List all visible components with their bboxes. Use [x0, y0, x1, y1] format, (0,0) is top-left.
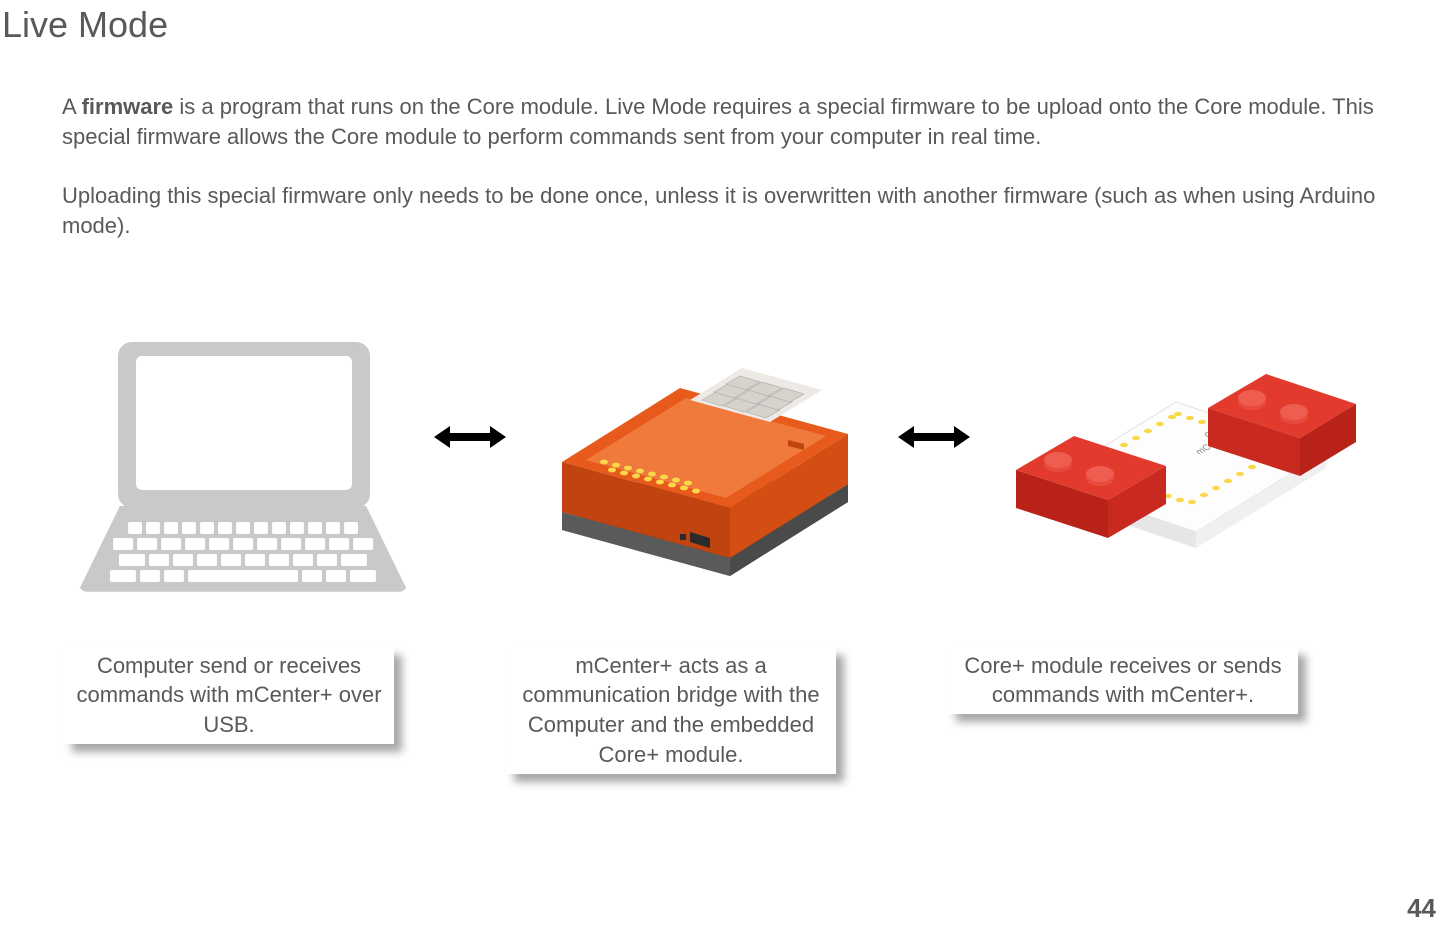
text-prefix: A: [62, 94, 82, 119]
mcenter-plus-module-icon: [532, 337, 872, 597]
page-number: 44: [1407, 893, 1436, 924]
double-arrow-icon: [436, 430, 504, 444]
text-rest: is a program that runs on the Core modul…: [62, 94, 1374, 149]
captions-row: Computer send or receives commands with …: [0, 623, 1440, 774]
mcenter-column: [532, 337, 872, 597]
caption-core: Core+ module receives or sends commands …: [948, 647, 1298, 714]
core-column: Core+ mCookie: [996, 337, 1356, 597]
core-plus-module-icon: Core+ mCookie: [996, 337, 1356, 597]
paragraph-2: Uploading this special firmware only nee…: [62, 181, 1380, 240]
laptop-icon: [78, 337, 408, 597]
caption-computer: Computer send or receives commands with …: [64, 647, 394, 744]
caption-mcenter: mCenter+ acts as a communication bridge …: [506, 647, 836, 774]
computer-column: [78, 337, 408, 597]
page-title: Live Mode: [0, 0, 1440, 46]
body-text: A firmware is a program that runs on the…: [0, 46, 1440, 241]
paragraph-1: A firmware is a program that runs on the…: [62, 92, 1380, 151]
diagram-row: Core+ mCookie: [0, 241, 1440, 597]
firmware-bold: firmware: [82, 94, 174, 119]
double-arrow-icon: [900, 430, 968, 444]
